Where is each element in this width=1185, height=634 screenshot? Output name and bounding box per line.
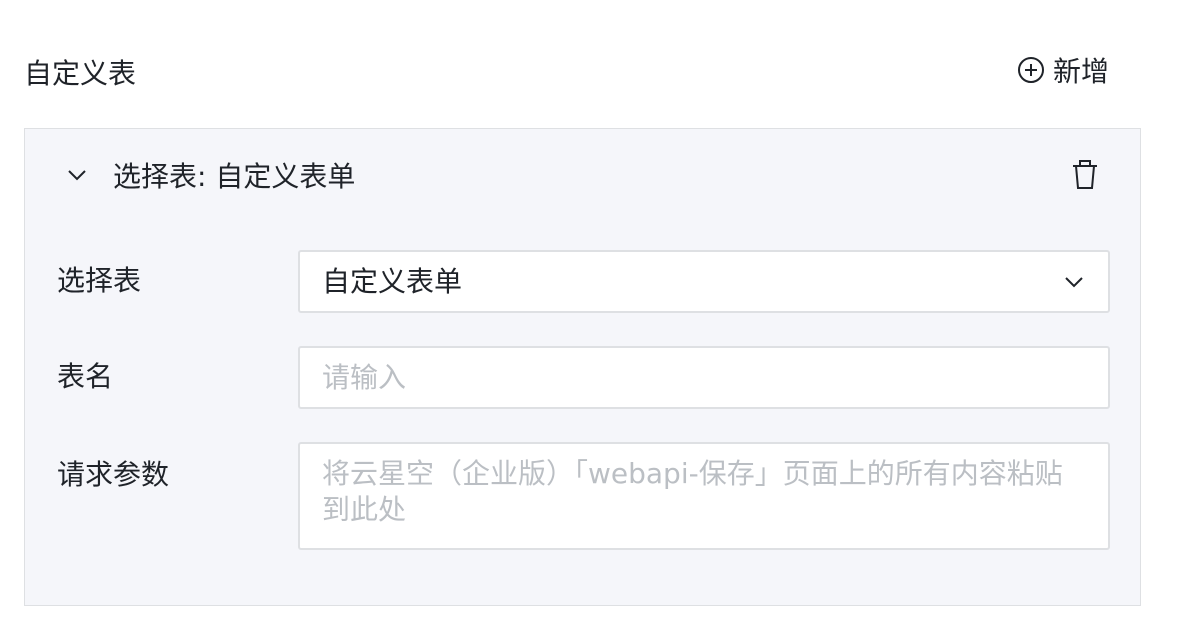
card-title: 选择表: 自定义表单: [113, 160, 356, 193]
table-config-card: 选择表: 自定义表单 选择表 自定义表单 表名 请输入 请求参数 将云星空（企业…: [24, 128, 1141, 606]
chevron-down-icon: [1062, 270, 1086, 294]
table-name-input[interactable]: 请输入: [298, 346, 1110, 409]
select-table-label: 选择表: [57, 264, 142, 297]
add-button[interactable]: 新增: [1017, 52, 1109, 88]
trash-icon: [1071, 160, 1099, 194]
select-table-value: 自定义表单: [322, 264, 463, 298]
plus-circle-icon: [1017, 56, 1045, 84]
card-header: 选择表: 自定义表单: [25, 129, 1140, 229]
table-name-placeholder: 请输入: [322, 360, 407, 394]
request-params-textarea[interactable]: 将云星空（企业版）「webapi-保存」页面上的所有内容粘贴到此处: [298, 442, 1110, 550]
select-table-dropdown[interactable]: 自定义表单: [298, 250, 1110, 313]
collapse-toggle[interactable]: [65, 165, 89, 189]
delete-button[interactable]: [1069, 160, 1101, 194]
request-params-placeholder: 将云星空（企业版）「webapi-保存」页面上的所有内容粘贴到此处: [322, 457, 1063, 526]
chevron-down-icon: [65, 163, 89, 191]
section-header: 自定义表 新增: [0, 0, 1185, 128]
section-title: 自定义表: [24, 57, 137, 90]
add-button-label: 新增: [1053, 55, 1110, 88]
request-params-label: 请求参数: [57, 458, 170, 491]
table-name-label: 表名: [57, 360, 114, 393]
